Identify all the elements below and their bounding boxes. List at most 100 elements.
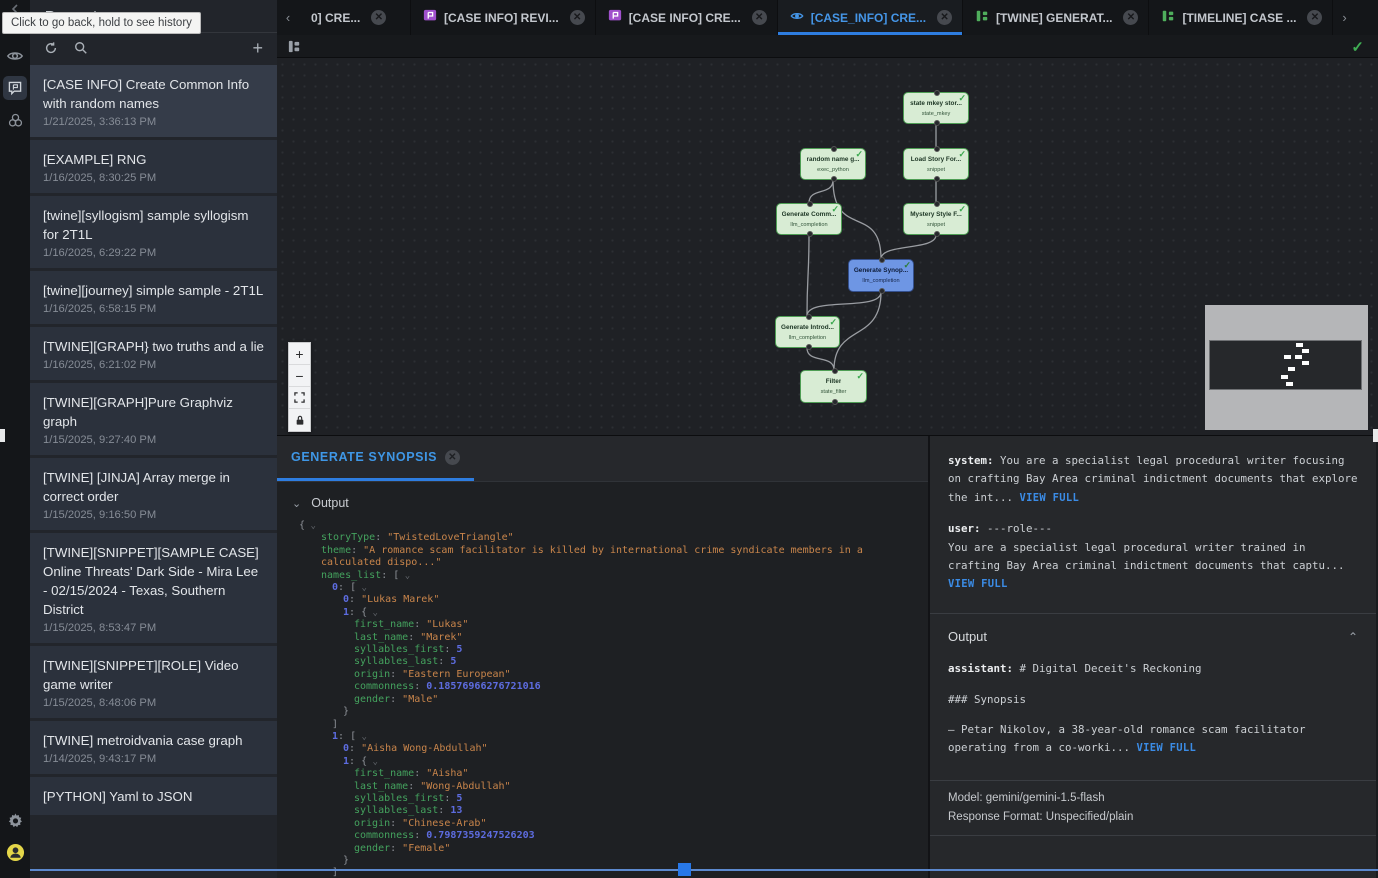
json-token: "Aisha Wong-Abdullah" [361,743,487,754]
llm-output-section: Output ⌃ assistant: # Digital Deceit's R… [930,613,1376,780]
prompt-flag-icon[interactable] [3,76,27,100]
json-token: : [414,681,426,692]
refresh-icon[interactable] [44,41,58,55]
tab-label: [TWINE] GENERAT... [996,11,1112,25]
zoom-out-button[interactable]: − [289,365,310,387]
editor-tab[interactable]: [CASE INFO] CRE...✕ [596,0,778,35]
json-token: : [408,781,420,792]
collapse-chevron-icon[interactable]: ⌄ [356,583,367,593]
graph-node-random_name[interactable]: random name g...exec_python✓ [800,148,866,180]
node-output-panel: GENERATE SYNOPSIS ✕ ⌄ Output { ⌄storyTyp… [277,436,930,878]
graph-node-load_story[interactable]: Load Story For...snippet✓ [903,148,969,180]
output-section-header[interactable]: ⌄ Output [277,482,928,518]
graph-node-generate_synopsis[interactable]: Generate Synop...llm_completion✓ [848,259,914,292]
collapse-chevron-icon[interactable]: ⌄ [399,571,410,581]
json-line: names_list: [ ⌄ [299,570,920,582]
prompt-list-item[interactable]: [TWINE][GRAPH]Pure Graphviz graph1/15/20… [30,383,277,455]
bottom-resize-rail[interactable] [30,869,1378,871]
assistant-view-full-link[interactable]: VIEW FULL [1137,742,1197,754]
splitter-handle-left[interactable] [0,429,5,442]
json-token: syllables_first [354,793,444,804]
json-token: : [349,594,361,605]
prompt-list-item[interactable]: [TWINE] metroidvania case graph1/14/2025… [30,721,277,774]
branch-tab-icon [975,9,989,26]
json-token: 5 [456,793,462,804]
auto-layout-icon[interactable] [287,39,302,54]
collapse-chevron-icon[interactable]: ⌄ [367,757,378,767]
minimap-node-dot [1295,355,1302,359]
collapse-chevron-icon[interactable]: ⌄ [367,608,378,618]
json-token: : [438,656,450,667]
graph-node-generate_introd[interactable]: Generate Introd...llm_completion✓ [775,316,840,348]
tab-scroll-left-icon[interactable]: ‹ [277,0,299,35]
knot-icon[interactable] [3,108,27,132]
tab-scroll-right-icon[interactable]: › [1333,0,1355,35]
eye-icon[interactable] [3,44,27,68]
close-icon[interactable]: ✕ [752,10,767,25]
tab-generate-synopsis-label: GENERATE SYNOPSIS [291,450,437,464]
prompt-list-item[interactable]: [TWINE][SNIPPET][ROLE] Video game writer… [30,646,277,718]
collapse-chevron-icon[interactable]: ⌄ [305,521,316,531]
node-type-label: snippet [927,222,945,228]
close-icon[interactable]: ✕ [1307,10,1322,25]
graph-minimap[interactable] [1205,305,1368,430]
fit-view-button[interactable] [289,387,310,409]
node-title: Mystery Style F... [910,211,962,219]
llm-output-header[interactable]: Output ⌃ [948,628,1358,646]
json-token: commonness [354,681,414,692]
close-icon[interactable]: ✕ [445,450,460,465]
close-icon[interactable]: ✕ [570,10,585,25]
lock-button[interactable] [289,409,310,431]
splitter-handle-right[interactable] [1373,429,1378,442]
editor-tab[interactable]: 0] CRE...✕ [299,0,411,35]
json-token: last_name [354,781,408,792]
system-text: You are a specialist legal procedural wr… [948,454,1358,504]
prompt-title: [CASE INFO] Create Common Info with rand… [43,75,265,113]
prompt-list-item[interactable]: [twine][journey] simple sample - 2T1L1/1… [30,271,277,324]
bottom-resize-handle[interactable] [678,863,691,876]
editor-tab[interactable]: [CASE INFO] REVI...✕ [411,0,596,35]
json-line: 0: "Lukas Marek" [299,594,920,606]
llm-output-title: Output [948,628,987,646]
graph-node-generate_common[interactable]: Generate Comm...llm_completion✓ [776,203,842,235]
close-icon[interactable]: ✕ [937,10,952,25]
flag-tab-icon [608,9,622,26]
graph-node-filter[interactable]: Filterstate_filter✓ [800,370,867,403]
back-button-tooltip: Click to go back, hold to see history [2,12,201,34]
node-success-check-icon: ✓ [903,260,911,271]
minimap-node-dot [1288,367,1295,371]
system-view-full-link[interactable]: VIEW FULL [1020,492,1080,504]
graph-node-mystery_style[interactable]: Mystery Style F...snippet✓ [903,203,969,235]
json-line: last_name: "Wong-Abdullah" [299,781,920,793]
prompt-list-item[interactable]: [TWINE][SNIPPET][SAMPLE CASE] Online Thr… [30,533,277,643]
user-view-full-link[interactable]: VIEW FULL [948,578,1008,590]
json-line: gender: "Male" [299,694,920,706]
user-avatar-icon[interactable] [3,840,27,864]
assistant-label: assistant: [948,662,1013,675]
prompt-list-item[interactable]: [TWINE][GRAPH} two truths and a lie1/16/… [30,327,277,380]
json-line: } [299,706,920,718]
graph-node-state_mkey_node[interactable]: state mkey stor...state_mkey✓ [903,92,969,124]
tab-generate-synopsis[interactable]: GENERATE SYNOPSIS ✕ [277,436,474,481]
prompt-list-item[interactable]: [EXAMPLE] RNG1/16/2025, 8:30:25 PM [30,140,277,193]
editor-tab[interactable]: [CASE_INFO] CRE...✕ [778,0,963,35]
prompt-list-item[interactable]: [PYTHON] Yaml to JSON [30,777,277,815]
json-line: syllables_first: 5 [299,793,920,805]
close-icon[interactable]: ✕ [1123,10,1138,25]
add-prompt-button[interactable]: + [252,38,263,59]
prompt-title: [TWINE] metroidvania case graph [43,731,265,750]
json-token: origin [354,818,390,829]
json-token: : [ [338,731,356,742]
gear-icon[interactable] [3,808,27,832]
json-token: gender [354,843,390,854]
prompt-list-item[interactable]: [TWINE] [JINJA] Array merge in correct o… [30,458,277,530]
editor-tab[interactable]: [TIMELINE] CASE ...✕ [1149,0,1333,35]
node-type-label: llm_completion [790,222,827,228]
zoom-in-button[interactable]: + [289,343,310,365]
prompt-list-item[interactable]: [CASE INFO] Create Common Info with rand… [30,65,277,137]
close-icon[interactable]: ✕ [371,10,386,25]
collapse-chevron-icon[interactable]: ⌄ [356,732,367,742]
search-icon[interactable] [74,41,88,55]
prompt-list-item[interactable]: [twine][syllogism] sample syllogism for … [30,196,277,268]
editor-tab[interactable]: [TWINE] GENERAT... ✕ [963,0,1149,35]
